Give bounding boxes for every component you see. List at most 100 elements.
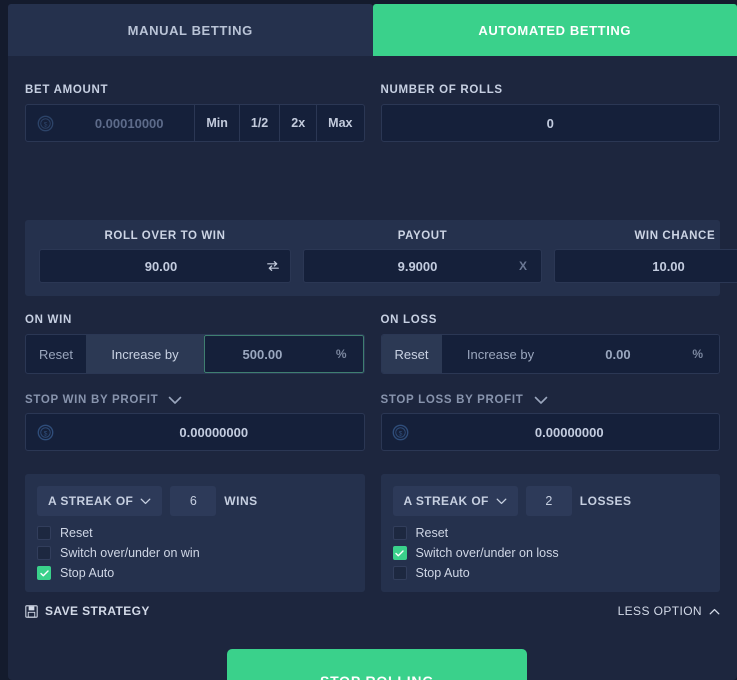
roll-over-label: ROLL OVER TO WIN: [104, 230, 226, 242]
on-win-value-input[interactable]: [205, 346, 320, 362]
bet-double-button[interactable]: 2x: [280, 105, 318, 141]
loss-streak-switch-checkbox[interactable]: [392, 546, 407, 560]
win-streak-switch-checkbox[interactable]: [37, 546, 51, 560]
svg-text:$: $: [43, 121, 47, 128]
automated-betting-panel: BET AMOUNT $ Min 1/2: [8, 56, 737, 680]
payout-suffix: X: [519, 259, 528, 273]
less-option-button[interactable]: LESS OPTION: [618, 604, 720, 618]
payout-field[interactable]: X: [303, 249, 543, 283]
coin-dollar-icon: $: [26, 424, 64, 441]
loss-streak-stopauto-label: Stop Auto: [415, 566, 470, 580]
coin-dollar-icon: $: [26, 115, 64, 132]
action-row: SAVE STRATEGY LESS OPTION: [25, 604, 720, 618]
loss-streak-dropdown-label: A STREAK OF: [403, 494, 489, 508]
stop-loss-field[interactable]: $: [380, 413, 720, 451]
win-streak-dropdown-label: A STREAK OF: [48, 494, 134, 508]
bet-amount-field[interactable]: $ Min 1/2 2x Max: [25, 104, 365, 142]
tab-automated-betting[interactable]: AUTOMATED BETTING: [372, 4, 737, 56]
stop-rolling-button[interactable]: STOP ROLLING: [227, 649, 527, 680]
on-loss-value-wrapper[interactable]: %: [559, 335, 719, 373]
on-win-reset-option[interactable]: Reset: [26, 335, 86, 373]
win-streak-card: A STREAK OF WINS Reset: [25, 474, 365, 592]
loss-streak-switch-row[interactable]: Switch over/under on loss: [392, 546, 709, 560]
payout-group: PAYOUT X: [303, 230, 543, 283]
loss-streak-reset-label: Reset: [415, 526, 449, 540]
betting-mode-tabs: MANUAL BETTING AUTOMATED BETTING: [8, 4, 737, 56]
loss-streak-controls: A STREAK OF LOSSES: [392, 486, 709, 516]
on-loss-group: ON LOSS Reset Increase by %: [380, 314, 720, 374]
chevron-up-icon: [709, 608, 720, 614]
number-of-rolls-group: NUMBER OF ROLLS: [380, 84, 720, 142]
number-of-rolls-field[interactable]: [380, 104, 720, 142]
on-win-increase-option[interactable]: Increase by: [86, 335, 204, 373]
bet-half-button[interactable]: 1/2: [240, 105, 281, 141]
loss-streak-stopauto-checkbox[interactable]: [392, 566, 407, 580]
on-win-value-wrapper[interactable]: %: [204, 335, 364, 373]
loss-streak-unit-label: LOSSES: [579, 494, 632, 508]
coin-dollar-icon: $: [382, 424, 420, 441]
stop-loss-label: STOP LOSS BY PROFIT: [380, 394, 524, 406]
bet-amount-label: BET AMOUNT: [25, 84, 109, 96]
bet-stats-bar: ROLL OVER TO WIN PAYOUT: [25, 220, 737, 296]
win-streak-reset-checkbox[interactable]: [37, 526, 51, 540]
win-chance-label: WIN CHANCE: [634, 230, 716, 242]
on-loss-percent-suffix: %: [692, 347, 703, 361]
less-option-label: LESS OPTION: [617, 604, 702, 618]
win-streak-reset-row[interactable]: Reset: [37, 526, 353, 540]
bet-max-button[interactable]: Max: [317, 105, 363, 141]
chevron-down-icon: [140, 498, 151, 504]
stop-loss-input[interactable]: [419, 424, 719, 440]
roll-over-field[interactable]: [39, 249, 291, 283]
svg-text:$: $: [399, 430, 403, 437]
roll-over-group: ROLL OVER TO WIN: [39, 230, 291, 283]
loss-streak-stopauto-row[interactable]: Stop Auto: [392, 566, 709, 580]
win-streak-switch-row[interactable]: Switch over/under on win: [37, 546, 353, 560]
win-chance-group: WIN CHANCE %: [554, 230, 737, 283]
stop-win-input[interactable]: [64, 424, 364, 440]
on-loss-controls: Reset Increase by %: [380, 334, 720, 374]
loss-streak-switch-label: Switch over/under on loss: [415, 546, 559, 560]
number-of-rolls-input[interactable]: [381, 115, 719, 131]
win-streak-unit-label: WINS: [224, 494, 258, 508]
bet-amount-section: BET AMOUNT $ Min 1/2: [25, 84, 720, 142]
bet-multiplier-group: Min 1/2 2x Max: [194, 105, 363, 141]
loss-streak-reset-checkbox[interactable]: [392, 526, 407, 540]
payout-input[interactable]: [304, 258, 505, 274]
win-streak-switch-label: Switch over/under on win: [60, 546, 200, 560]
chevron-down-icon: [496, 498, 507, 504]
win-streak-stopauto-label: Stop Auto: [60, 566, 115, 580]
streak-section: A STREAK OF WINS Reset: [25, 474, 720, 592]
win-streak-stopauto-row[interactable]: Stop Auto: [37, 566, 353, 580]
on-win-controls: Reset Increase by %: [25, 334, 365, 374]
stop-win-field[interactable]: $: [25, 413, 365, 451]
tab-manual-betting-label: MANUAL BETTING: [127, 22, 253, 38]
win-streak-stopauto-checkbox[interactable]: [37, 566, 51, 580]
on-loss-increase-option[interactable]: Increase by: [442, 335, 560, 373]
on-win-group: ON WIN Reset Increase by %: [25, 314, 365, 374]
tab-manual-betting[interactable]: MANUAL BETTING: [8, 4, 373, 56]
stop-win-label: STOP WIN BY PROFIT: [25, 394, 159, 406]
stop-loss-group: STOP LOSS BY PROFIT $: [380, 394, 721, 451]
chevron-down-icon[interactable]: [534, 396, 548, 405]
loss-streak-type-dropdown[interactable]: A STREAK OF: [392, 486, 518, 516]
swap-arrows-icon[interactable]: [256, 259, 290, 273]
win-chance-input[interactable]: [555, 258, 737, 274]
roll-over-input[interactable]: [40, 258, 256, 274]
floppy-disk-icon: [25, 604, 38, 618]
stop-win-header: STOP WIN BY PROFIT: [25, 394, 365, 406]
number-of-rolls-label: NUMBER OF ROLLS: [380, 84, 503, 96]
win-streak-count-input[interactable]: [170, 486, 217, 516]
on-loss-reset-option[interactable]: Reset: [381, 335, 442, 373]
bet-min-button[interactable]: Min: [195, 105, 240, 141]
tab-automated-betting-label: AUTOMATED BETTING: [478, 22, 632, 38]
stop-loss-header: STOP LOSS BY PROFIT: [381, 394, 721, 406]
win-streak-type-dropdown[interactable]: A STREAK OF: [37, 486, 163, 516]
bet-amount-input[interactable]: [64, 115, 195, 131]
loss-streak-count-input[interactable]: [525, 486, 572, 516]
chevron-down-icon[interactable]: [168, 396, 182, 405]
loss-streak-reset-row[interactable]: Reset: [392, 526, 709, 540]
save-strategy-button[interactable]: SAVE STRATEGY: [25, 604, 150, 618]
win-chance-field[interactable]: %: [554, 249, 737, 283]
on-loss-value-input[interactable]: [559, 346, 677, 362]
win-streak-controls: A STREAK OF WINS: [37, 486, 353, 516]
